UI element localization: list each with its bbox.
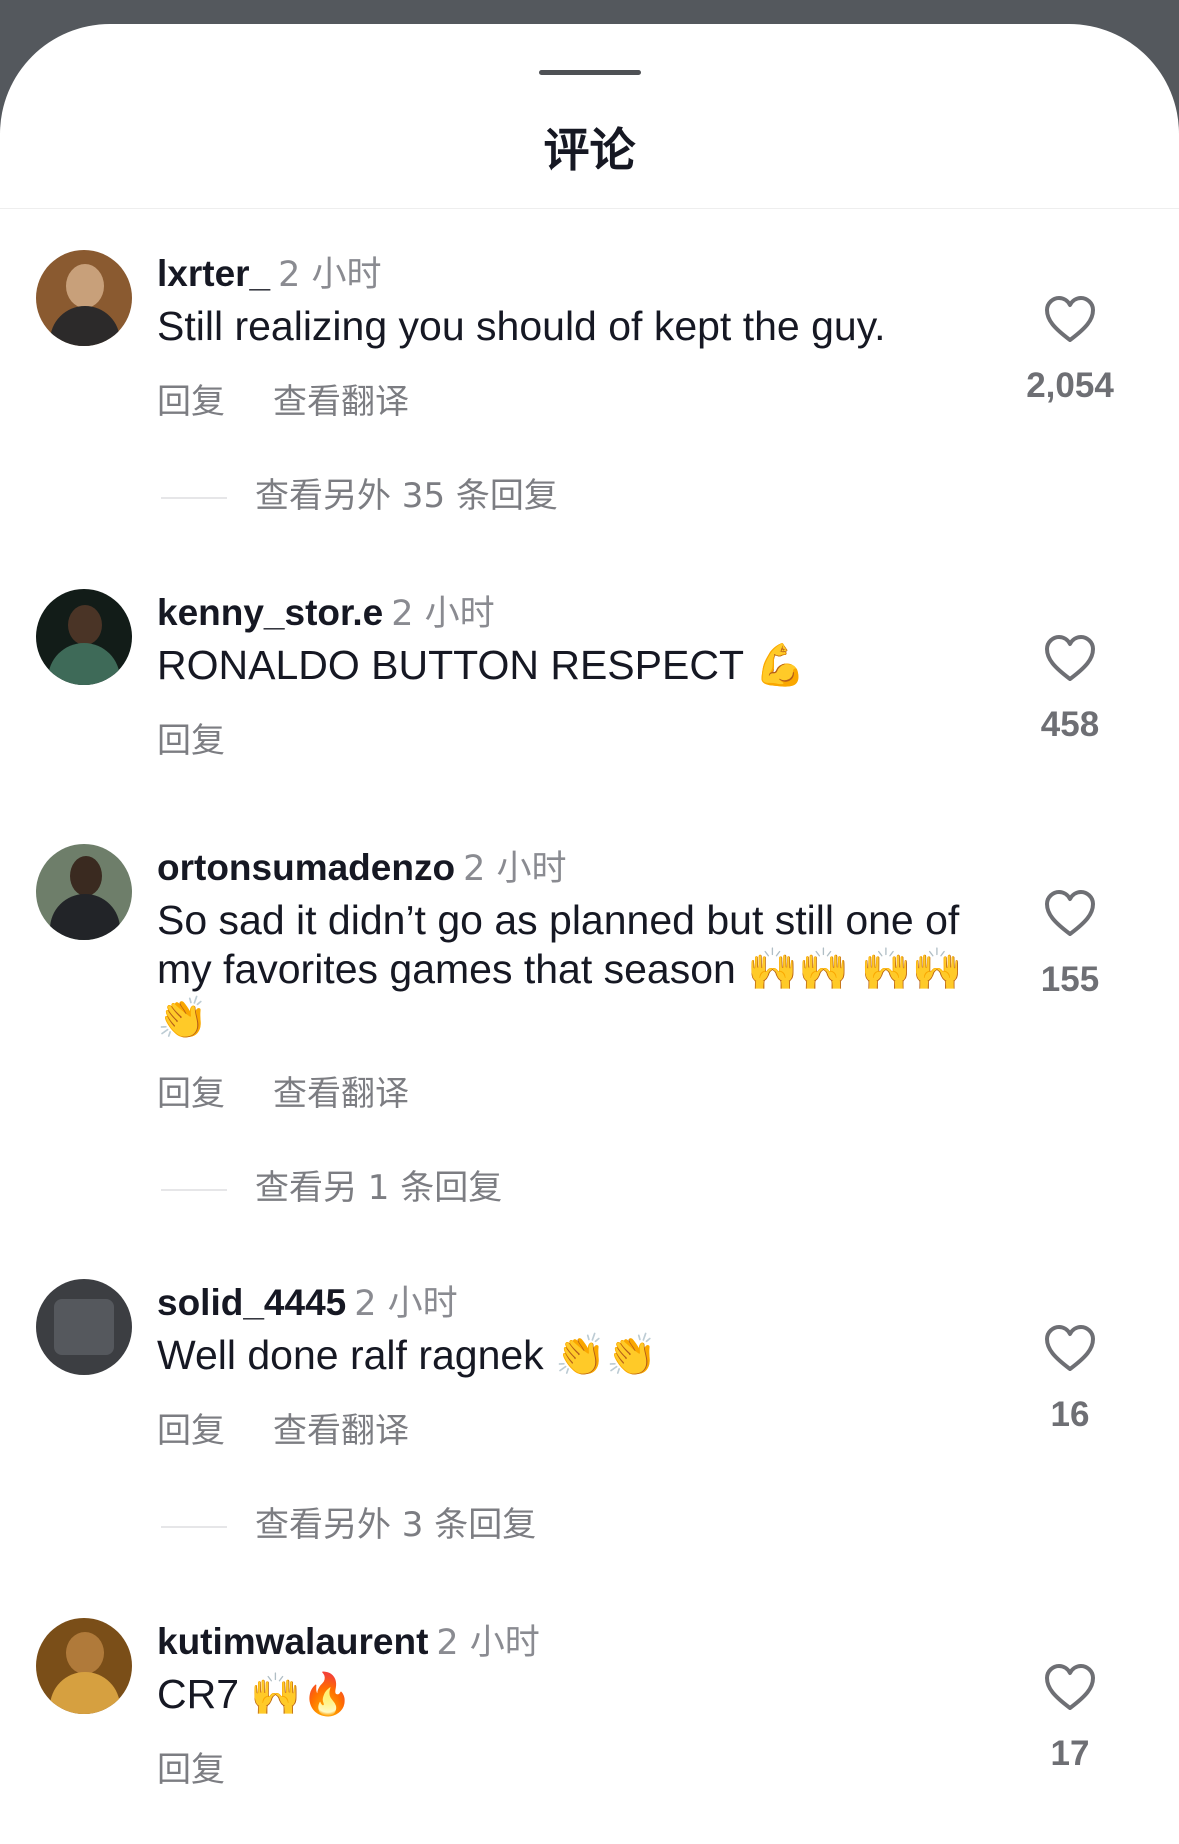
replies-divider-line — [161, 1525, 227, 1528]
username[interactable]: ortonsumadenzo — [157, 847, 455, 888]
comment-actions: 回复 查看翻译 — [157, 1403, 457, 1452]
timestamp: 2 小时 — [354, 1284, 458, 1324]
avatar[interactable] — [36, 589, 132, 685]
view-more-replies[interactable]: 查看另外 3 条回复 — [161, 1497, 536, 1546]
heart-icon[interactable] — [1044, 296, 1096, 344]
reply-button[interactable]: 回复 — [157, 374, 225, 423]
reply-button[interactable]: 回复 — [157, 1403, 225, 1452]
replies-divider-line — [161, 496, 227, 499]
timestamp: 2 小时 — [278, 255, 382, 295]
view-more-replies-label[interactable]: 查看另外 35 条回复 — [255, 476, 558, 516]
comment-meta: ortonsumadenzo 2 小时 — [157, 840, 566, 891]
username[interactable]: lxrter_ — [157, 253, 270, 294]
reply-button[interactable]: 回复 — [157, 1066, 225, 1115]
reply-button[interactable]: 回复 — [157, 713, 225, 762]
comment-actions: 回复 查看翻译 — [157, 374, 457, 423]
sheet-title: 评论 — [543, 123, 636, 177]
like-count: 458 — [1040, 705, 1100, 744]
replies-divider-line — [161, 1188, 227, 1191]
heart-icon[interactable] — [1044, 635, 1096, 683]
comment-text: Well done ralf ragnek 👏👏 — [157, 1332, 658, 1378]
heart-icon[interactable] — [1044, 890, 1096, 938]
comment-meta: kenny_stor.e 2 小时 — [157, 585, 495, 636]
like-count: 17 — [1050, 1734, 1090, 1773]
view-more-replies[interactable]: 查看另外 35 条回复 — [161, 468, 558, 517]
like-count: 16 — [1050, 1395, 1090, 1434]
comment-actions: 回复 — [157, 713, 273, 762]
timestamp: 2 小时 — [463, 849, 567, 889]
avatar[interactable] — [36, 250, 132, 346]
comment-text: So sad it didn’t go as planned but still… — [157, 897, 963, 1041]
avatar[interactable] — [36, 1279, 132, 1375]
heart-icon[interactable] — [1044, 1325, 1096, 1373]
avatar[interactable] — [36, 1618, 132, 1714]
like-count: 2,054 — [1026, 366, 1114, 405]
comment-text: RONALDO BUTTON RESPECT 💪 — [157, 642, 806, 688]
timestamp: 2 小时 — [391, 594, 495, 634]
comment-meta: solid_4445 2 小时 — [157, 1275, 458, 1326]
view-more-replies[interactable]: 查看另 1 条回复 — [161, 1160, 502, 1209]
comment-text: Still realizing you should of kept the g… — [157, 303, 886, 349]
comment-meta: lxrter_ 2 小时 — [157, 246, 382, 297]
translate-button[interactable]: 查看翻译 — [273, 374, 409, 423]
comment-text: CR7 🙌🔥 — [157, 1671, 353, 1717]
username[interactable]: solid_4445 — [157, 1282, 346, 1323]
comment-meta: kutimwalaurent 2 小时 — [157, 1614, 540, 1665]
avatar[interactable] — [36, 844, 132, 940]
comment-actions: 回复 — [157, 1742, 273, 1791]
view-more-replies-label[interactable]: 查看另外 3 条回复 — [255, 1505, 536, 1545]
view-more-replies-label[interactable]: 查看另 1 条回复 — [255, 1168, 502, 1208]
header-divider — [0, 208, 1179, 209]
heart-icon[interactable] — [1044, 1664, 1096, 1712]
drag-handle[interactable] — [539, 70, 641, 75]
username[interactable]: kenny_stor.e — [157, 592, 383, 633]
username[interactable]: kutimwalaurent — [157, 1621, 428, 1662]
comment-actions: 回复 查看翻译 — [157, 1066, 457, 1115]
like-count: 155 — [1040, 960, 1100, 999]
reply-button[interactable]: 回复 — [157, 1742, 225, 1791]
translate-button[interactable]: 查看翻译 — [273, 1403, 409, 1452]
timestamp: 2 小时 — [436, 1623, 540, 1663]
translate-button[interactable]: 查看翻译 — [273, 1066, 409, 1115]
